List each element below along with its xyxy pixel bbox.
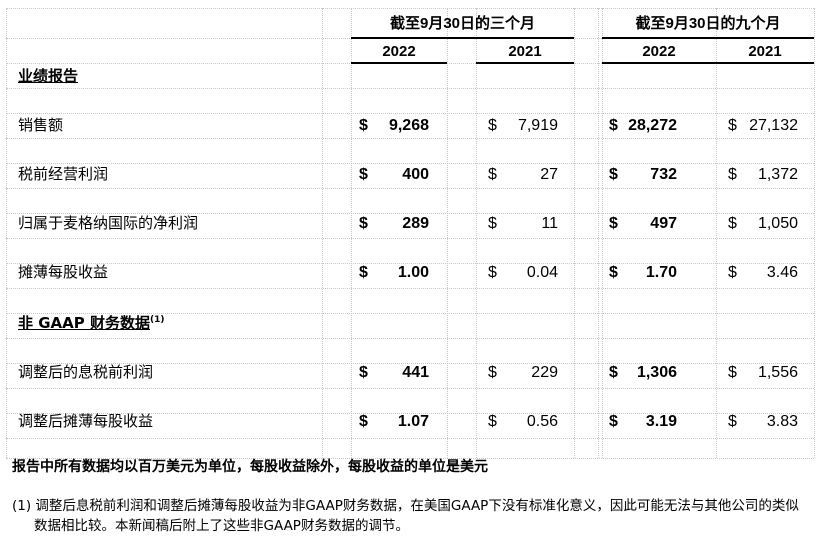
section-non-gaap-label: 非 GAAP 财务数据: [18, 314, 150, 332]
cell-9m-2021: 1,372: [757, 166, 798, 183]
currency-symbol: $: [609, 264, 618, 281]
row-label: 销售额: [18, 116, 64, 134]
cell-9m-2021: 3.83: [766, 413, 798, 430]
cell-9m-2022: 497: [650, 215, 677, 232]
cell-9m-2022: 1,306: [636, 364, 677, 381]
cell-q3-2021: 229: [531, 364, 558, 381]
cell-q3-2021: 0.04: [526, 264, 558, 281]
cell-9m-2022: 732: [650, 166, 677, 183]
currency-symbol: $: [728, 166, 737, 183]
row-label: 税前经营利润: [18, 165, 109, 183]
footnote-ref: (1): [149, 315, 165, 325]
year-rule-4: [716, 62, 814, 64]
currency-symbol: $: [488, 215, 497, 232]
currency-symbol: $: [728, 117, 737, 134]
currency-symbol: $: [488, 413, 497, 430]
year-rule-2: [476, 62, 574, 64]
row-label: 归属于麦格纳国际的净利润: [18, 214, 199, 232]
cell-q3-2022: 400: [402, 166, 429, 183]
currency-symbol: $: [359, 215, 368, 232]
year-9m-2022: 2022: [642, 43, 676, 60]
financial-table: 截至9月30日的三个月 截至9月30日的九个月 2022 2021 2022 2…: [6, 8, 815, 459]
cell-q3-2021: 0.56: [526, 413, 558, 430]
header-nine-months: 截至9月30日的九个月: [635, 15, 781, 32]
currency-symbol: $: [609, 413, 618, 430]
currency-symbol: $: [609, 364, 618, 381]
currency-symbol: $: [488, 166, 497, 183]
cell-9m-2021: 27,132: [749, 117, 798, 134]
year-q3-2022: 2022: [382, 43, 416, 60]
footnote: (1) 调整后息税前利润和调整后摊薄每股收益为非GAAP财务数据，在美国GAAP…: [12, 496, 804, 536]
currency-symbol: $: [359, 364, 368, 381]
currency-symbol: $: [488, 264, 497, 281]
cell-q3-2021: 11: [541, 215, 558, 232]
cell-q3-2022: 1.07: [397, 413, 429, 430]
footnote-line-1: (1) 调整后息税前利润和调整后摊薄每股收益为非GAAP财务数据，在美国GAAP…: [12, 496, 804, 516]
section-non-gaap: 非 GAAP 财务数据(1): [18, 316, 164, 331]
cell-q3-2021: 27: [540, 166, 558, 183]
footnote-line-2: 数据相比较。本新闻稿后附上了这些非GAAP财务数据的调节。: [34, 518, 409, 534]
cell-9m-2021: 3.46: [766, 264, 798, 281]
currency-symbol: $: [728, 364, 737, 381]
cell-9m-2021: 1,556: [757, 364, 798, 381]
footnote-text-1: 调整后息税前利润和调整后摊薄每股收益为非GAAP财务数据，在美国GAAP下没有标…: [35, 498, 799, 514]
unit-note: 报告中所有数据均以百万美元为单位，每股收益除外，每股收益的单位是美元: [12, 459, 488, 475]
currency-symbol: $: [728, 215, 737, 232]
currency-symbol: $: [488, 364, 497, 381]
cell-q3-2021: 7,919: [517, 117, 558, 134]
year-rule-3: [602, 62, 716, 64]
cell-q3-2022: 1.00: [397, 264, 429, 281]
currency-symbol: $: [609, 166, 618, 183]
currency-symbol: $: [359, 166, 368, 183]
row-label: 调整后的息税前利润: [18, 363, 154, 381]
cell-q3-2022: 441: [402, 364, 429, 381]
currency-symbol: $: [359, 117, 368, 134]
header-three-months: 截至9月30日的三个月: [389, 15, 536, 32]
currency-symbol: $: [728, 413, 737, 430]
currency-symbol: $: [359, 413, 368, 430]
footnote-marker: (1): [12, 498, 32, 514]
year-9m-2021: 2021: [748, 43, 782, 60]
year-rule-1: [351, 62, 447, 64]
currency-symbol: $: [728, 264, 737, 281]
cell-9m-2022: 1.70: [645, 264, 677, 281]
cell-9m-2022: 28,272: [628, 117, 677, 134]
header-rule-1: [351, 37, 574, 39]
year-q3-2021: 2021: [508, 43, 542, 60]
currency-symbol: $: [488, 117, 497, 134]
cell-9m-2022: 3.19: [645, 413, 677, 430]
section-reporting-label: 业绩报告: [18, 67, 79, 85]
section-reporting: 业绩报告: [18, 69, 78, 84]
row-label: 调整后摊薄每股收益: [18, 412, 154, 430]
currency-symbol: $: [359, 264, 368, 281]
cell-q3-2022: 289: [402, 215, 429, 232]
row-label: 摊薄每股收益: [18, 263, 109, 281]
header-rule-2: [602, 37, 814, 39]
cell-9m-2021: 1,050: [757, 215, 798, 232]
currency-symbol: $: [609, 215, 618, 232]
cell-q3-2022: 9,268: [388, 117, 429, 134]
currency-symbol: $: [609, 117, 618, 134]
